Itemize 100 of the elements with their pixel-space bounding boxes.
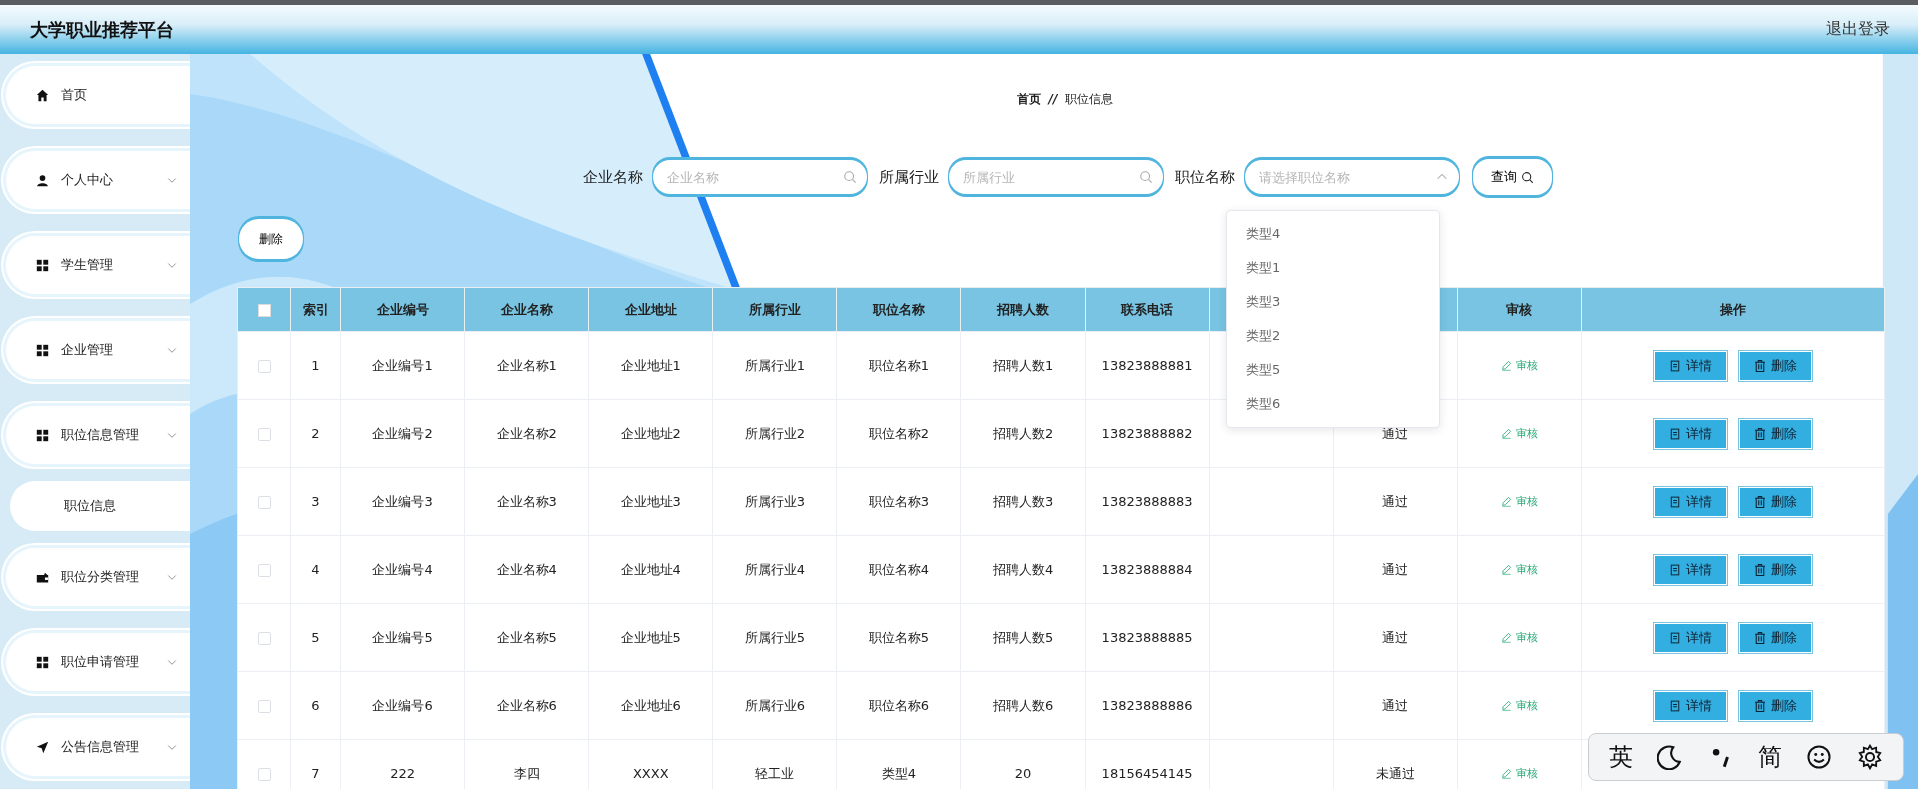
table-cell: 13823888883 bbox=[1101, 494, 1193, 509]
search-field[interactable]: 所属行业 bbox=[948, 160, 1163, 194]
table-cell: 类型4 bbox=[881, 765, 917, 781]
field-label: 所属行业 bbox=[878, 167, 939, 187]
dropdown-option[interactable]: 类型6 bbox=[1227, 387, 1439, 421]
trash-icon bbox=[1754, 631, 1766, 644]
table-cell: 通过 bbox=[1382, 493, 1409, 509]
table-cell: 6 bbox=[311, 698, 320, 713]
column-header: 审核 bbox=[1506, 301, 1533, 317]
wallet-icon bbox=[36, 570, 49, 584]
table-cell: 招聘人数1 bbox=[992, 357, 1054, 373]
table-cell: 所属行业6 bbox=[744, 697, 805, 713]
paper-plane-icon bbox=[36, 740, 49, 754]
language-toggle[interactable]: 英 bbox=[1609, 741, 1634, 773]
document-icon bbox=[1669, 359, 1681, 372]
dropdown-option[interactable]: 类型3 bbox=[1227, 285, 1439, 319]
grid-icon bbox=[36, 258, 49, 272]
settings-icon bbox=[1856, 744, 1883, 770]
delete-button[interactable]: 删除 bbox=[1739, 554, 1812, 585]
table-cell: 企业名称1 bbox=[496, 357, 557, 373]
table-cell: 企业编号1 bbox=[372, 357, 433, 373]
row-checkbox[interactable] bbox=[257, 564, 271, 577]
details-button[interactable]: 详情 bbox=[1654, 418, 1727, 449]
row-checkbox[interactable] bbox=[257, 428, 271, 441]
document-icon bbox=[1669, 631, 1681, 644]
dropdown-option[interactable]: 类型5 bbox=[1227, 353, 1439, 387]
dropdown-option[interactable]: 类型1 bbox=[1227, 251, 1439, 285]
trash-icon bbox=[1754, 359, 1766, 372]
table-cell: 通过 bbox=[1382, 629, 1409, 645]
pencil-icon bbox=[1500, 563, 1512, 575]
pencil-icon bbox=[1500, 631, 1512, 643]
delete-button[interactable]: 删除 bbox=[1739, 418, 1812, 449]
script-toggle[interactable]: 简 bbox=[1758, 741, 1783, 773]
delete-button[interactable]: 删除 bbox=[239, 219, 303, 259]
delete-button[interactable]: 删除 bbox=[1739, 622, 1812, 653]
breadcrumb-item[interactable]: 首页 bbox=[1016, 90, 1041, 108]
column-header: 索引 bbox=[302, 301, 329, 317]
details-button[interactable]: 详情 bbox=[1654, 554, 1727, 585]
row-checkbox[interactable] bbox=[257, 632, 271, 645]
row-checkbox[interactable] bbox=[257, 496, 271, 509]
row-checkbox[interactable] bbox=[257, 768, 271, 781]
column-header: 联系电话 bbox=[1121, 301, 1174, 317]
column-header: 所属行业 bbox=[748, 301, 801, 317]
table-cell: 企业编号6 bbox=[372, 697, 433, 713]
search-button[interactable]: 查询 bbox=[1472, 159, 1552, 195]
table-cell: 企业地址1 bbox=[620, 357, 681, 373]
select-field[interactable]: 请选择职位名称 bbox=[1244, 160, 1459, 194]
table-cell: 招聘人数4 bbox=[992, 561, 1054, 577]
table-cell: 所属行业4 bbox=[744, 561, 805, 577]
table-cell: 招聘人数3 bbox=[992, 493, 1054, 509]
logout-link[interactable]: 退出登录 bbox=[1826, 19, 1890, 40]
document-icon bbox=[1669, 427, 1681, 440]
details-button[interactable]: 详情 bbox=[1654, 486, 1727, 517]
pencil-icon bbox=[1500, 427, 1512, 439]
details-button[interactable]: 详情 bbox=[1654, 690, 1727, 721]
trash-icon bbox=[1754, 495, 1766, 508]
search-field[interactable]: 企业名称 bbox=[652, 160, 867, 194]
breadcrumb-separator: // bbox=[1048, 92, 1058, 106]
table-cell: 5 bbox=[311, 630, 320, 645]
table-cell: 所属行业1 bbox=[744, 357, 805, 373]
row-checkbox[interactable] bbox=[257, 360, 271, 373]
table-cell: 职位名称4 bbox=[868, 561, 930, 577]
details-button[interactable]: 详情 bbox=[1654, 622, 1727, 653]
table-cell: 职位名称2 bbox=[868, 425, 930, 441]
search-icon bbox=[1520, 170, 1534, 184]
field-label: 职位名称 bbox=[1174, 167, 1235, 187]
table-cell: 222 bbox=[390, 766, 415, 781]
breadcrumb-item: 职位信息 bbox=[1065, 90, 1114, 108]
sidebar-subitem[interactable]: 职位信息 bbox=[10, 481, 190, 531]
site-title: 大学职业推荐平台 bbox=[30, 17, 174, 42]
grid-icon bbox=[36, 343, 49, 357]
document-icon bbox=[1669, 699, 1681, 712]
dropdown-option[interactable]: 类型2 bbox=[1227, 319, 1439, 353]
table-cell: 职位名称5 bbox=[868, 629, 930, 645]
table-cell: 企业地址6 bbox=[620, 697, 681, 713]
table-cell: 企业编号2 bbox=[372, 425, 433, 441]
home-icon bbox=[36, 88, 49, 102]
table-cell: 所属行业3 bbox=[744, 493, 805, 509]
table-cell: 1 bbox=[311, 358, 320, 373]
row-checkbox[interactable] bbox=[257, 700, 271, 713]
select-all-checkbox[interactable] bbox=[257, 304, 271, 317]
table-cell: 2 bbox=[311, 426, 320, 441]
trash-icon bbox=[1754, 563, 1766, 576]
table-cell: 所属行业5 bbox=[744, 629, 805, 645]
table-cell: 通过 bbox=[1382, 561, 1409, 577]
delete-button[interactable]: 删除 bbox=[1739, 690, 1812, 721]
delete-button[interactable]: 删除 bbox=[1739, 350, 1812, 381]
table-cell: 李四 bbox=[513, 765, 540, 781]
table-cell: 通过 bbox=[1382, 697, 1409, 713]
column-header: 企业编号 bbox=[376, 301, 429, 317]
details-button[interactable]: 详情 bbox=[1654, 350, 1727, 381]
dropdown-option[interactable]: 类型4 bbox=[1227, 217, 1439, 251]
table-cell: 13823888886 bbox=[1101, 698, 1193, 713]
table-cell: 企业地址5 bbox=[620, 629, 681, 645]
pencil-icon bbox=[1500, 359, 1512, 371]
table-cell: 18156454145 bbox=[1101, 766, 1193, 781]
table-cell: 企业名称6 bbox=[496, 697, 557, 713]
moon-icon bbox=[1657, 744, 1684, 770]
table-cell: 企业名称3 bbox=[496, 493, 557, 509]
delete-button[interactable]: 删除 bbox=[1739, 486, 1812, 517]
